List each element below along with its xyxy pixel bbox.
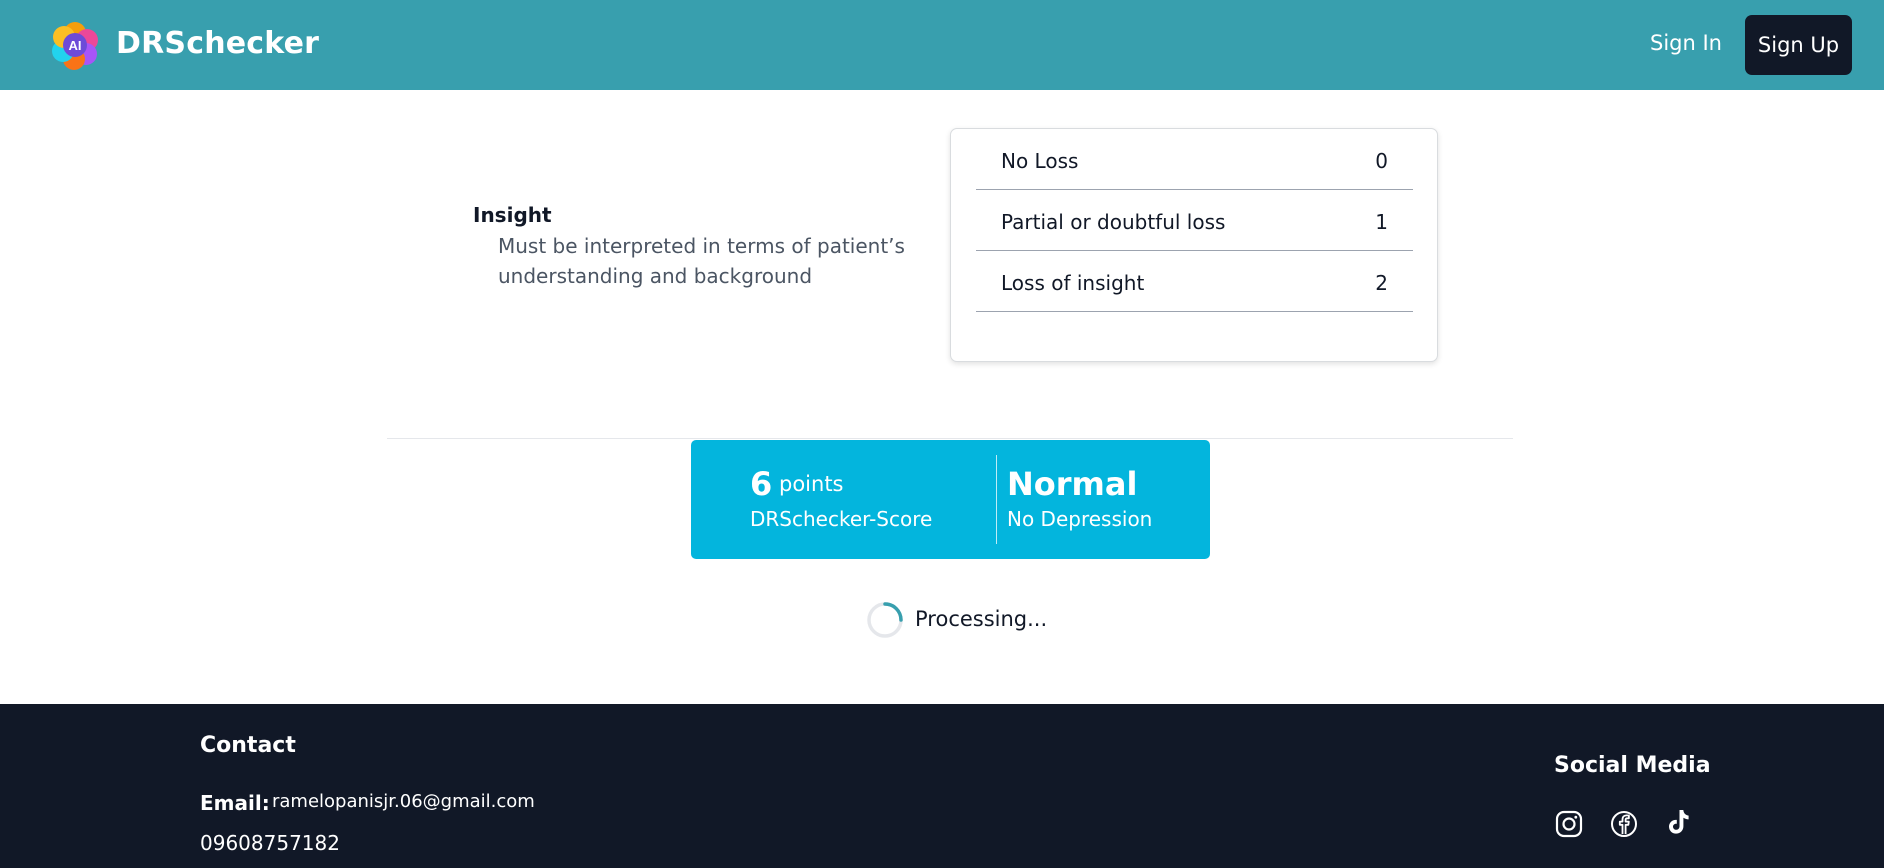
- instagram-icon[interactable]: [1554, 809, 1584, 839]
- top-navbar: AI DRSchecker Sign In Sign Up: [0, 0, 1884, 90]
- section-divider: [387, 438, 1513, 439]
- ai-logo-icon[interactable]: AI: [50, 20, 100, 70]
- severity-description: No Depression: [1007, 507, 1153, 531]
- option-score: 2: [1375, 271, 1388, 295]
- question-description: Must be interpreted in terms of patient’…: [498, 234, 905, 288]
- option-loss-of-insight[interactable]: Loss of insight 2: [976, 251, 1413, 312]
- facebook-icon[interactable]: [1609, 809, 1639, 839]
- email-link[interactable]: ramelopanisjr.06@gmail.com: [272, 791, 535, 812]
- score-points-unit: points: [779, 472, 844, 496]
- sign-in-link[interactable]: Sign In: [1650, 31, 1722, 55]
- loading-spinner-icon: [867, 602, 903, 638]
- option-label: Loss of insight: [1001, 271, 1145, 295]
- processing-status: Processing...: [915, 607, 1048, 631]
- option-score: 1: [1375, 210, 1388, 234]
- email-label: Email:: [200, 791, 270, 815]
- option-label: Partial or doubtful loss: [1001, 210, 1226, 234]
- option-label: No Loss: [1001, 149, 1079, 173]
- phone-number: 09608757182: [200, 831, 340, 855]
- result-separator: [996, 455, 997, 544]
- brand-name[interactable]: DRSchecker: [116, 26, 319, 61]
- score-label: DRSchecker-Score: [750, 507, 933, 531]
- logo-text: AI: [69, 38, 82, 53]
- option-score: 0: [1375, 149, 1388, 173]
- sign-up-button[interactable]: Sign Up: [1745, 15, 1852, 75]
- score-points-value: 6: [750, 465, 773, 503]
- option-partial-loss[interactable]: Partial or doubtful loss 1: [976, 190, 1413, 251]
- answer-options-card: No Loss 0 Partial or doubtful loss 1 Los…: [950, 128, 1438, 362]
- option-no-loss[interactable]: No Loss 0: [976, 129, 1413, 190]
- score-result-panel: 6 points DRSchecker-Score Normal No Depr…: [691, 440, 1210, 559]
- tiktok-icon[interactable]: [1663, 807, 1693, 837]
- question-title: Insight: [473, 203, 552, 227]
- footer: Contact Email: ramelopanisjr.06@gmail.co…: [0, 704, 1884, 868]
- social-media-heading: Social Media: [1554, 753, 1711, 778]
- contact-heading: Contact: [200, 733, 296, 758]
- severity-title: Normal: [1007, 465, 1138, 503]
